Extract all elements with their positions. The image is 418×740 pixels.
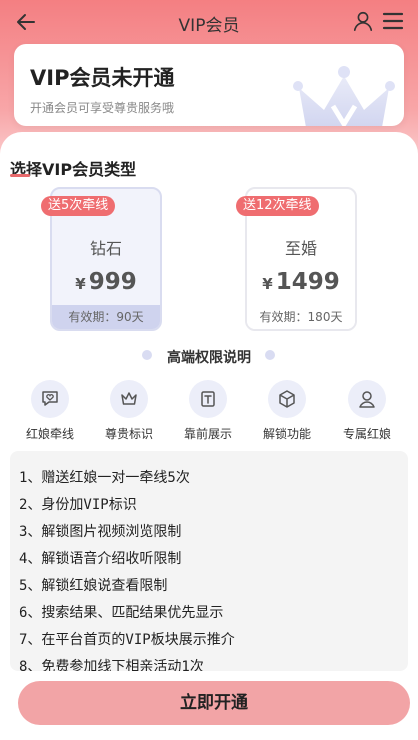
feature-label: 靠前展示 [183, 427, 232, 441]
feature-unlock[interactable]: 解锁功能 [252, 380, 322, 441]
user-icon[interactable] [352, 10, 374, 32]
vip-status-card: VIP会员未开通 开通会员可享受尊贵服务哦 [14, 44, 404, 126]
list-item: 8、免费参加线下相亲活动1次 [19, 659, 204, 671]
plan-badge: 送5次牵线 [41, 196, 116, 216]
person-icon [359, 391, 375, 408]
plan-price: ¥999 [75, 269, 137, 295]
plan-validity: 有效期：90天 [52, 305, 160, 329]
list-item: 2、身份加VIP标识 [19, 497, 137, 513]
privilege-list: 1、赠送红娘一对一牵线5次 2、身份加VIP标识 3、解锁图片视频浏览限制 4、… [10, 451, 408, 671]
plan-name: 钻石 [89, 239, 122, 258]
list-item: 4、解锁语音介绍收听限制 [19, 551, 182, 567]
bottom-bar: 立即开通 [0, 671, 418, 740]
feature-label: 尊贵标识 [104, 427, 153, 441]
feature-exclusive-matchmaker[interactable]: 专属红娘 [332, 380, 402, 441]
menu-icon[interactable] [382, 11, 404, 31]
heart-chat-icon [42, 391, 58, 406]
crown-icon [121, 392, 137, 405]
plan-name: 至婚 [284, 239, 317, 258]
list-item: 1、赠送红娘一对一牵线5次 [19, 470, 190, 486]
feature-label: 红娘牵线 [25, 427, 74, 441]
list-item: 3、解锁图片视频浏览限制 [19, 524, 182, 540]
pin-icon [201, 391, 215, 407]
activate-button[interactable]: 立即开通 [18, 681, 410, 725]
section-underline [10, 174, 30, 177]
box-icon [279, 390, 295, 408]
nav-bar: VIP会员 [0, 0, 418, 44]
feature-matchmaking[interactable]: 红娘牵线 [15, 380, 85, 441]
list-item: 7、在平台首页的VIP板块展示推介 [19, 632, 235, 648]
feature-label: 解锁功能 [262, 427, 311, 441]
list-item: 6、搜索结果、匹配结果优先显示 [19, 605, 224, 621]
crown-decoration-icon [293, 66, 395, 126]
list-item: 5、解锁红娘说查看限制 [19, 578, 168, 594]
vip-status-title: VIP会员未开通 [30, 66, 175, 90]
feature-top-display[interactable]: 靠前展示 [173, 380, 243, 441]
plan-badge: 送12次牵线 [236, 196, 319, 216]
privileges-title: 高端权限说明 [167, 350, 251, 366]
feature-label: 专属红娘 [342, 427, 391, 441]
decor-dot [265, 350, 275, 360]
vip-status-subtitle: 开通会员可享受尊贵服务哦 [30, 101, 175, 115]
section-title: 选择VIP会员类型 [10, 160, 137, 179]
plan-price: ¥1499 [262, 269, 340, 295]
plan-validity: 有效期：180天 [247, 305, 355, 329]
feature-badge[interactable]: 尊贵标识 [94, 380, 164, 441]
